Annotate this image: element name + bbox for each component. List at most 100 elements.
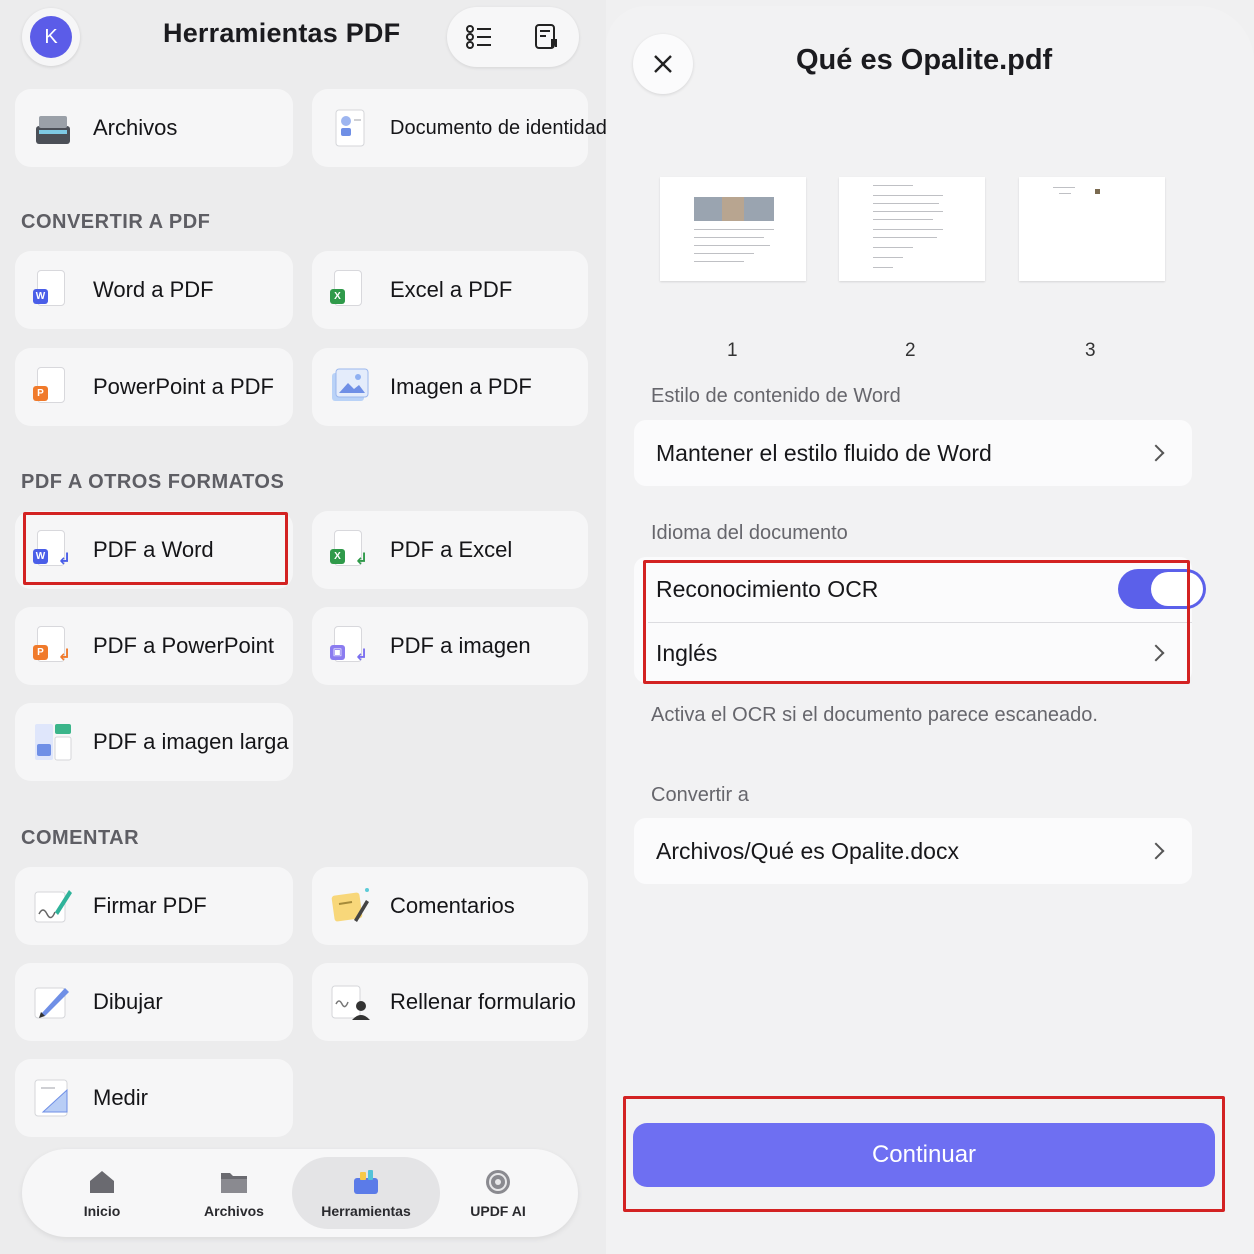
toolbox-icon: [354, 1170, 378, 1194]
card-dibujar[interactable]: Dibujar: [15, 963, 293, 1041]
long-image-icon: [33, 722, 73, 762]
card-pdf-a-imagen[interactable]: ▣ ↲ PDF a imagen: [312, 607, 588, 685]
ai-swirl-icon: [486, 1170, 510, 1194]
card-excel-a-pdf[interactable]: X Excel a PDF: [312, 251, 588, 329]
card-label: Imagen a PDF: [390, 374, 532, 399]
word-file-icon: W: [33, 270, 73, 310]
measure-ruler-icon: [33, 1078, 73, 1118]
card-rellenar-formulario[interactable]: Rellenar formulario: [312, 963, 588, 1041]
scanner-icon: [33, 108, 73, 148]
section-comentar: COMENTAR: [21, 827, 140, 849]
card-pdf-a-imagen-larga[interactable]: PDF a imagen larga: [15, 703, 293, 781]
card-label: PDF a PowerPoint: [93, 633, 274, 658]
card-label: Dibujar: [93, 989, 163, 1014]
page-number-3: 3: [1085, 340, 1096, 361]
page-thumbnail-3[interactable]: [1019, 177, 1165, 281]
language-row[interactable]: Inglés: [634, 623, 1192, 683]
list-view-icon[interactable]: [465, 23, 493, 51]
chevron-right-icon: [1147, 842, 1165, 860]
tab-updf-ai[interactable]: UPDF AI: [448, 1157, 548, 1229]
page-number-1: 1: [727, 340, 738, 361]
tab-herramientas[interactable]: Herramientas: [292, 1157, 440, 1229]
signature-pen-icon: [33, 886, 73, 926]
style-option-card[interactable]: Mantener el estilo fluido de Word: [634, 420, 1192, 486]
card-documento-identidad[interactable]: Documento de identidad: [312, 89, 607, 167]
convert-destination-row[interactable]: Archivos/Qué es Opalite.docx: [634, 818, 1192, 884]
draw-brush-icon: [33, 982, 73, 1022]
tab-label: UPDF AI: [470, 1203, 526, 1219]
style-option-value: Mantener el estilo fluido de Word: [656, 439, 992, 466]
ocr-toggle[interactable]: [1118, 569, 1206, 609]
tab-inicio[interactable]: Inicio: [52, 1157, 152, 1229]
convert-sheet: Qué es Opalite.pdf 1 2 3 Estilo de conte…: [606, 0, 1254, 1254]
avatar[interactable]: K: [22, 8, 80, 66]
bottom-tab-bar: Inicio Archivos Herramientas UPDF AI: [22, 1149, 578, 1237]
language-section-label: Idioma del documento: [651, 522, 848, 544]
card-label: Medir: [93, 1085, 149, 1110]
header-actions: [447, 7, 579, 67]
form-fill-icon: [330, 982, 370, 1022]
chevron-right-icon: [1147, 444, 1165, 462]
card-label: PDF a imagen: [390, 633, 531, 658]
document-scan-icon[interactable]: [533, 23, 561, 51]
sheet-title: Qué es Opalite.pdf: [796, 44, 1053, 76]
avatar-letter: K: [30, 16, 72, 58]
page-title: Herramientas PDF: [163, 18, 401, 48]
folder-icon: [221, 1173, 247, 1193]
ocr-row: Reconocimiento OCR: [634, 557, 1206, 621]
page-thumbnail-1[interactable]: [660, 177, 806, 281]
continue-button[interactable]: Continuar: [633, 1123, 1215, 1187]
card-pdf-a-powerpoint[interactable]: P ↲ PDF a PowerPoint: [15, 607, 293, 685]
pdf-to-word-icon: W ↲: [33, 530, 73, 570]
card-archivos[interactable]: Archivos: [15, 89, 293, 167]
card-label: Rellenar formulario: [390, 989, 576, 1014]
card-label: Firmar PDF: [93, 893, 207, 918]
page-thumbnail-2[interactable]: [839, 177, 985, 281]
card-label: Comentarios: [390, 893, 515, 918]
card-comentarios[interactable]: Comentarios: [312, 867, 588, 945]
convert-section-label: Convertir a: [651, 784, 749, 806]
convert-destination-value: Archivos/Qué es Opalite.docx: [656, 837, 959, 864]
powerpoint-file-icon: P: [33, 367, 73, 407]
convert-destination-card[interactable]: Archivos/Qué es Opalite.docx: [634, 818, 1192, 884]
ocr-label: Reconocimiento OCR: [656, 575, 879, 602]
style-section-label: Estilo de contenido de Word: [651, 385, 901, 407]
card-medir[interactable]: Medir: [15, 1059, 293, 1137]
pdf-to-image-icon: ▣ ↲: [330, 626, 370, 666]
toggle-knob: [1151, 572, 1203, 606]
tools-panel: K Herramientas PDF Archivos Documento de…: [0, 0, 607, 1254]
ocr-hint: Activa el OCR si el documento parece esc…: [651, 704, 1098, 726]
card-label: PDF a imagen larga: [93, 729, 289, 754]
style-option-row[interactable]: Mantener el estilo fluido de Word: [634, 420, 1192, 486]
card-pdf-a-word[interactable]: W ↲ PDF a Word: [15, 511, 293, 589]
card-label: PDF a Excel: [390, 537, 513, 562]
excel-file-icon: X: [330, 270, 370, 310]
pdf-to-powerpoint-icon: P ↲: [33, 626, 73, 666]
card-label: Word a PDF: [93, 277, 214, 302]
card-pdf-a-excel[interactable]: X ↲ PDF a Excel: [312, 511, 588, 589]
section-otros-formatos: PDF A OTROS FORMATOS: [21, 471, 285, 493]
tab-label: Archivos: [204, 1203, 264, 1219]
id-document-icon: [330, 108, 370, 148]
card-label: PowerPoint a PDF: [93, 374, 274, 399]
language-value: Inglés: [656, 639, 718, 666]
tab-label: Inicio: [83, 1203, 121, 1219]
section-convertir: CONVERTIR A PDF: [21, 211, 211, 233]
language-card: Reconocimiento OCR Inglés: [634, 557, 1206, 683]
card-label: Archivos: [93, 115, 178, 140]
tab-archivos[interactable]: Archivos: [184, 1157, 284, 1229]
card-powerpoint-a-pdf[interactable]: P PowerPoint a PDF: [15, 348, 293, 426]
image-file-icon: [330, 367, 370, 407]
card-firmar-pdf[interactable]: Firmar PDF: [15, 867, 293, 945]
pdf-to-excel-icon: X ↲: [330, 530, 370, 570]
card-label: PDF a Word: [93, 537, 214, 562]
card-label: Excel a PDF: [390, 277, 513, 302]
close-button[interactable]: [633, 34, 693, 94]
card-imagen-a-pdf[interactable]: Imagen a PDF: [312, 348, 588, 426]
chevron-right-icon: [1147, 644, 1165, 662]
sticky-note-icon: [330, 886, 370, 926]
home-icon: [90, 1171, 114, 1193]
tab-label: Herramientas: [321, 1203, 411, 1219]
card-word-a-pdf[interactable]: W Word a PDF: [15, 251, 293, 329]
page-number-2: 2: [905, 340, 916, 361]
